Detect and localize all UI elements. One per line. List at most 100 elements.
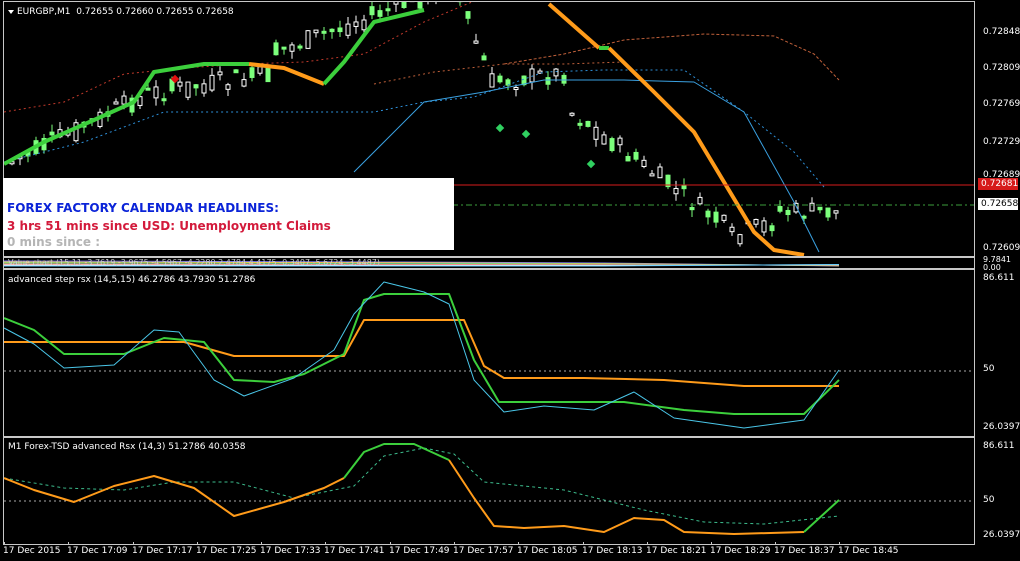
time-tick: 17 Dec 18:13 xyxy=(582,546,643,556)
tsd-rsx-green xyxy=(343,443,450,479)
symbol-header: EURGBP,M1 0.72655 0.72660 0.72655 0.7265… xyxy=(8,7,234,17)
candle-body xyxy=(569,112,575,116)
value-chart-tick: 0.00 xyxy=(983,263,1001,272)
candle-body xyxy=(185,81,191,98)
candle-body xyxy=(193,84,199,89)
candle-body xyxy=(553,68,559,77)
candle-body xyxy=(393,2,399,5)
candle-body xyxy=(217,71,223,76)
candle-body xyxy=(473,40,479,44)
time-tick-mark xyxy=(133,542,134,545)
candle-body xyxy=(761,220,767,233)
candle-body xyxy=(673,188,679,195)
candle-body xyxy=(481,55,487,61)
candle-body xyxy=(561,74,567,84)
candle-body xyxy=(241,79,247,87)
value-chart-strip-label: Value chart (15,11,-3.7619,-3.9675,-4.59… xyxy=(8,258,381,267)
candle-body xyxy=(801,215,807,219)
candle-body xyxy=(729,226,735,233)
time-tick: 17 Dec 2015 xyxy=(3,546,61,556)
tsd-tick-mid: 50 xyxy=(983,495,995,505)
time-tick: 17 Dec 18:37 xyxy=(774,546,835,556)
price-tick: 0.72848 xyxy=(983,27,1020,37)
value-chart-pane[interactable]: Value chart (15,11,-3.7619,-3.9675,-4.59… xyxy=(3,257,975,269)
tsd-rsx-orange xyxy=(448,459,805,535)
tsd-rsx-orange xyxy=(4,475,345,517)
time-tick: 17 Dec 17:57 xyxy=(453,546,514,556)
price-axis[interactable]: 0.72848 0.72809 0.72769 0.72729 0.72689 … xyxy=(975,0,1020,545)
candle-body xyxy=(713,211,719,223)
candle-body xyxy=(633,151,639,160)
time-tick-mark xyxy=(197,542,198,545)
forex-factory-news-box: FOREX FACTORY CALENDAR HEADLINES: 3 hrs … xyxy=(3,178,454,250)
time-tick: 17 Dec 18:05 xyxy=(517,546,578,556)
candle-body xyxy=(345,23,351,36)
rsx-chart xyxy=(4,281,974,429)
candle-body xyxy=(209,74,215,91)
time-tick: 17 Dec 18:29 xyxy=(710,546,771,556)
candle-body xyxy=(265,66,271,83)
rsx-indicator-pane[interactable]: advanced step rsx (14,5,15) 46.2786 43.7… xyxy=(3,269,975,437)
candle-body xyxy=(249,67,255,78)
candle-body xyxy=(697,196,703,205)
candle-body xyxy=(337,27,343,33)
signal-dot xyxy=(586,159,596,169)
time-tick-mark xyxy=(4,542,5,545)
candle-body xyxy=(465,11,471,19)
candle-body xyxy=(777,206,783,212)
rsx-tick-top: 86.611 xyxy=(983,273,1015,283)
candle-body xyxy=(49,131,55,136)
tsd-rsx-pane[interactable]: M1 Forex-TSD advanced Rsx (14,3) 51.2786… xyxy=(3,437,975,545)
candle-body xyxy=(385,8,391,12)
candle-body xyxy=(281,46,287,50)
candle-body xyxy=(257,66,263,74)
candle-body xyxy=(833,210,839,214)
ohlc-values: 0.72655 0.72660 0.72655 0.72658 xyxy=(76,7,234,17)
tsd-label: M1 Forex-TSD advanced Rsx (14,3) 51.2786… xyxy=(8,442,246,452)
candle-body xyxy=(177,81,183,87)
candle-body xyxy=(513,87,519,91)
candle-body xyxy=(817,206,823,211)
candle-body xyxy=(585,120,591,127)
time-tick-mark xyxy=(390,542,391,545)
candle-body xyxy=(641,159,647,167)
time-tick-mark xyxy=(839,542,840,545)
candle-body xyxy=(201,83,207,94)
candle-body xyxy=(329,28,335,33)
price-tick: 0.72769 xyxy=(983,99,1020,109)
candle-body xyxy=(577,122,583,126)
last-price-tag: 0.72658 xyxy=(978,198,1018,210)
rsx-label: advanced step rsx (14,5,15) 46.2786 43.7… xyxy=(8,275,256,285)
rsx-fast-line xyxy=(4,281,840,429)
candle-body xyxy=(737,234,743,245)
candle-body xyxy=(161,98,167,102)
time-tick-mark xyxy=(325,542,326,545)
candle-body xyxy=(809,202,815,212)
candle-body xyxy=(225,84,231,90)
candle-body xyxy=(753,218,759,225)
time-tick-mark xyxy=(775,542,776,545)
time-tick-mark xyxy=(711,542,712,545)
price-tick: 0.72609 xyxy=(983,243,1020,253)
candle-body xyxy=(489,73,495,88)
tsd-tick-top: 86.611 xyxy=(983,441,1015,451)
candle-body xyxy=(497,75,503,83)
time-tick-mark xyxy=(583,542,584,545)
candle-body xyxy=(273,42,279,56)
time-tick-mark xyxy=(518,542,519,545)
tsd-tick-bottom: 26.0397 xyxy=(983,530,1020,540)
tsd-rsx-chart xyxy=(4,443,974,535)
trend-line-orange xyxy=(607,46,805,256)
chevron-down-icon[interactable] xyxy=(8,9,14,14)
trend-line-orange xyxy=(547,2,601,50)
time-axis[interactable]: 17 Dec 2015 17 Dec 17:09 17 Dec 17:17 17 De… xyxy=(0,542,975,561)
signal-dot xyxy=(495,123,505,133)
candle-body xyxy=(609,138,615,152)
time-tick-mark xyxy=(647,542,648,545)
candle-body xyxy=(601,134,607,145)
candle-body xyxy=(313,29,319,34)
candle-body xyxy=(593,126,599,140)
news-headline-2: 0 mins since : xyxy=(7,235,101,249)
signal-dot xyxy=(521,129,531,139)
time-tick: 17 Dec 17:49 xyxy=(389,546,450,556)
